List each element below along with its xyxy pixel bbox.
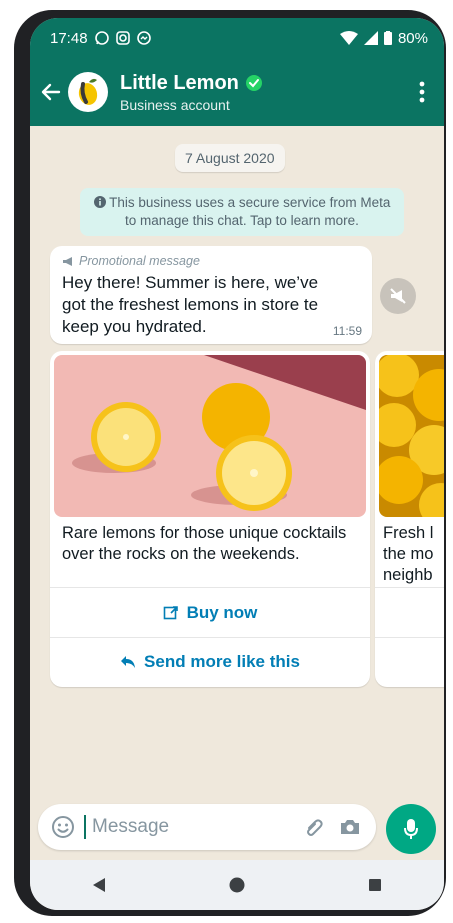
triangle-back-icon xyxy=(93,878,105,892)
info-icon xyxy=(93,196,106,208)
send-more-button[interactable]: Send more like this xyxy=(50,638,370,686)
external-link-icon xyxy=(163,606,178,620)
voice-message-button[interactable] xyxy=(386,804,436,854)
avatar[interactable] xyxy=(68,72,108,112)
status-bar: 17:48 80% xyxy=(30,18,444,58)
megaphone-icon xyxy=(63,256,72,266)
card-divider xyxy=(50,587,370,588)
attach-button[interactable] xyxy=(300,813,328,841)
square-recents-icon xyxy=(369,879,381,891)
message-input[interactable]: Message xyxy=(92,816,292,838)
circle-home-icon xyxy=(229,877,245,893)
status-time: 17:48 xyxy=(50,29,88,47)
messenger-icon xyxy=(136,31,151,45)
system-nav-bar xyxy=(30,860,444,910)
more-options-button[interactable] xyxy=(412,77,432,107)
notice-text: This business uses a secure service from… xyxy=(109,195,391,228)
mute-promotions-button[interactable] xyxy=(380,278,416,314)
microphone-icon xyxy=(404,819,418,839)
promo-label: Promotional message xyxy=(79,254,200,268)
card-description: Rare lemons for those unique cocktails o… xyxy=(62,524,347,563)
megaphone-off-icon xyxy=(390,288,406,304)
emoji-icon xyxy=(52,816,74,838)
text-cursor xyxy=(84,815,86,839)
card-divider xyxy=(375,637,444,638)
lemons-image-partial[interactable] xyxy=(379,355,444,517)
card-line: Fresh l xyxy=(383,524,434,542)
product-card-partial[interactable]: Fresh l the mo neighb xyxy=(375,351,444,687)
card-description-partial: Fresh l the mo neighb xyxy=(383,523,444,586)
battery-level: 80% xyxy=(397,29,428,47)
more-vertical-icon xyxy=(419,81,425,103)
chat-area: 7 August 2020 This business uses a secur… xyxy=(30,126,444,820)
lemons-pile-photo xyxy=(379,355,444,517)
wifi-icon xyxy=(339,31,358,45)
lemons-image[interactable] xyxy=(54,355,366,517)
reply-icon xyxy=(121,656,136,668)
whatsapp-icon xyxy=(94,31,109,45)
battery-icon xyxy=(383,31,392,45)
paperclip-icon xyxy=(307,819,323,836)
lemons-photo xyxy=(54,355,366,517)
emoji-button[interactable] xyxy=(50,814,76,840)
chat-title: Little Lemon xyxy=(120,71,239,94)
buy-now-label: Buy now xyxy=(186,603,258,622)
lemon-logo xyxy=(78,78,98,105)
chat-title-block[interactable]: Little Lemon Business account xyxy=(120,72,412,113)
screen: 17:48 80% Little Lemon Business account … xyxy=(30,18,444,910)
chat-subtitle: Business account xyxy=(120,96,230,113)
date-chip: 7 August 2020 xyxy=(175,144,285,172)
arrow-left-icon xyxy=(41,83,61,101)
product-card[interactable]: Rare lemons for those unique cocktails o… xyxy=(50,351,370,687)
message-composer: Message xyxy=(38,804,376,850)
encryption-notice[interactable]: This business uses a secure service from… xyxy=(80,188,404,236)
card-divider xyxy=(375,587,444,588)
camera-icon xyxy=(341,820,359,834)
send-more-label: Send more like this xyxy=(144,652,300,671)
card-line: the mo xyxy=(383,545,434,563)
nav-back-button[interactable] xyxy=(84,870,114,900)
back-button[interactable] xyxy=(38,79,64,105)
nav-recents-button[interactable] xyxy=(360,870,390,900)
promotional-message-bubble[interactable]: Promotional message Hey there! Summer is… xyxy=(50,246,372,344)
chat-header: Little Lemon Business account xyxy=(30,58,444,126)
nav-home-button[interactable] xyxy=(222,870,252,900)
camera-button[interactable] xyxy=(336,813,364,841)
instagram-icon xyxy=(115,31,130,45)
verified-badge-icon xyxy=(245,75,262,91)
signal-icon xyxy=(363,31,378,45)
message-text: Hey there! Summer is here, we’ve got the… xyxy=(62,273,319,336)
card-line: neighb xyxy=(383,566,433,584)
message-time: 11:59 xyxy=(332,324,362,338)
buy-now-button[interactable]: Buy now xyxy=(50,589,370,637)
